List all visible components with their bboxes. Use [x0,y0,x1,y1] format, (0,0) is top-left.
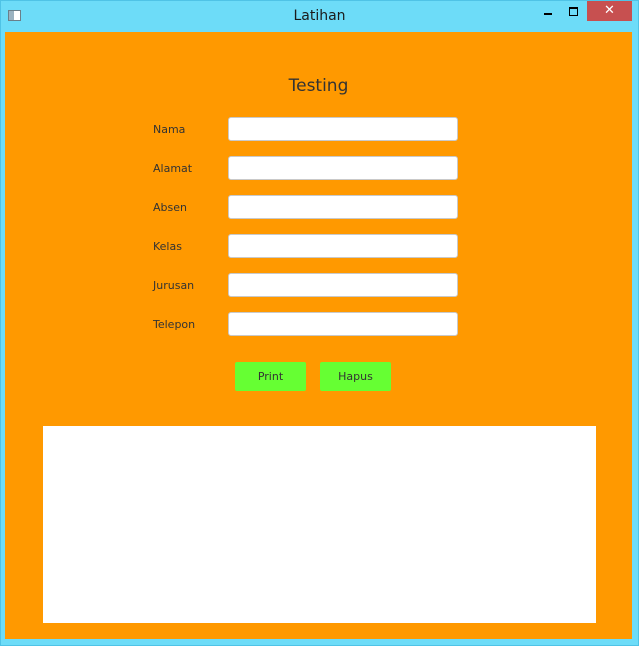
alamat-label: Alamat [153,162,193,175]
absen-label: Absen [153,201,187,214]
telepon-label: Telepon [153,318,196,331]
nama-label: Nama [153,123,186,136]
jurusan-field[interactable] [228,273,458,297]
alamat-field[interactable] [228,156,458,180]
close-button[interactable]: ✕ [587,1,632,21]
maximize-button[interactable] [561,1,587,21]
title-bar[interactable]: Latihan ✕ [1,1,638,31]
app-window: Latihan ✕ Testing Nama Alamat Absen Kela… [0,0,639,646]
hapus-button[interactable]: Hapus [320,362,391,391]
form-heading: Testing [288,76,349,96]
form-panel: Testing Nama Alamat Absen Kelas Jurusan … [5,32,632,639]
output-text-area[interactable] [43,426,596,623]
minimize-button[interactable] [535,1,561,21]
nama-field[interactable] [228,117,458,141]
kelas-label: Kelas [153,240,182,253]
absen-field[interactable] [228,195,458,219]
telepon-field[interactable] [228,312,458,336]
jurusan-label: Jurusan [153,279,195,292]
print-button[interactable]: Print [235,362,306,391]
kelas-field[interactable] [228,234,458,258]
close-icon: ✕ [604,3,615,18]
